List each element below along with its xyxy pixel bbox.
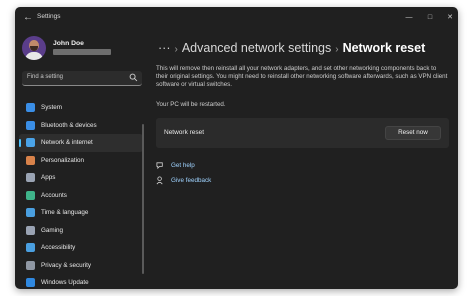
- page-title: Network reset: [342, 41, 426, 55]
- sidebar-item-label: Privacy & security: [41, 261, 92, 269]
- sidebar-item-label: Gaming: [41, 226, 64, 234]
- system-icon: [26, 103, 35, 112]
- update-icon: [26, 278, 35, 287]
- back-arrow-icon[interactable]: ←: [21, 11, 35, 25]
- main-content: ··· › Advanced network settings › Network re…: [149, 29, 458, 289]
- sidebar-item-label: Accessibility: [41, 244, 76, 251]
- reset-description: This will remove then reinstall all your…: [156, 65, 448, 88]
- sidebar-item-time-language[interactable]: Time & language: [19, 204, 143, 222]
- sidebar-item-label: Apps: [41, 174, 56, 181]
- help-icon: [156, 162, 163, 170]
- user-name: John Doe: [53, 40, 84, 47]
- sidebar-item-bluetooth-devices[interactable]: Bluetooth & devices: [19, 117, 143, 135]
- settings-window: ← Settings — □ ✕ John Doe Find a setting…: [15, 7, 458, 289]
- minimize-icon[interactable]: —: [402, 11, 416, 25]
- apps-icon: [26, 173, 35, 182]
- sidebar-item-privacy-security[interactable]: Privacy & security: [19, 257, 143, 275]
- feedback-icon: [156, 176, 163, 185]
- globe-clock-icon: [26, 208, 35, 217]
- sidebar-item-label: Accounts: [41, 191, 67, 199]
- sidebar-item-apps[interactable]: Apps: [19, 169, 143, 187]
- brush-icon: [26, 155, 35, 165]
- maximize-icon[interactable]: □: [423, 11, 437, 25]
- sidebar-item-accounts[interactable]: Accounts: [19, 187, 143, 205]
- give-feedback-link[interactable]: Give feedback: [156, 176, 211, 185]
- search-placeholder: Find a setting: [27, 74, 64, 80]
- network-reset-card: Network reset Reset now: [156, 118, 449, 148]
- sidebar-item-label: Windows Update: [41, 279, 89, 286]
- reset-now-button[interactable]: Reset now: [385, 126, 441, 140]
- window-title: Settings: [37, 13, 61, 20]
- search-icon[interactable]: [129, 73, 138, 82]
- accessibility-icon: [26, 243, 35, 252]
- sidebar-scrollbar[interactable]: [142, 124, 144, 274]
- bluetooth-icon: [26, 120, 35, 130]
- sidebar-nav: System Bluetooth & devices Network & inter…: [19, 99, 143, 289]
- shield-icon: [26, 260, 35, 270]
- sidebar-item-gaming[interactable]: Gaming: [19, 222, 143, 240]
- breadcrumb-more-button[interactable]: ···: [158, 41, 171, 55]
- restart-note: Your PC will be restarted.: [156, 101, 226, 108]
- sidebar-item-label: Time & language: [41, 209, 89, 216]
- sidebar-item-windows-update[interactable]: Windows Update: [19, 274, 143, 289]
- get-help-label: Get help: [171, 162, 195, 170]
- sidebar-item-accessibility[interactable]: Accessibility: [19, 239, 143, 257]
- chevron-right-icon: ›: [174, 44, 178, 55]
- breadcrumb-parent-link[interactable]: Advanced network settings: [182, 41, 331, 55]
- sidebar-item-label: Bluetooth & devices: [41, 121, 97, 129]
- sidebar-item-system[interactable]: System: [19, 99, 143, 117]
- person-icon: [26, 190, 35, 200]
- sidebar: John Doe Find a setting System Bluetooth …: [15, 29, 149, 289]
- breadcrumb: ··· › Advanced network settings › Network re…: [158, 41, 425, 55]
- close-icon[interactable]: ✕: [443, 11, 457, 25]
- chevron-right-icon: ›: [335, 44, 339, 55]
- search-field[interactable]: Find a setting: [22, 71, 142, 86]
- selection-indicator: [19, 139, 21, 147]
- avatar[interactable]: [22, 36, 46, 60]
- sidebar-item-network-internet[interactable]: Network & internet: [19, 134, 143, 152]
- controller-icon: [26, 225, 35, 235]
- sidebar-item-label: System: [41, 104, 62, 111]
- sidebar-item-label: Network & internet: [41, 139, 93, 146]
- wifi-icon: [26, 138, 35, 147]
- title-bar: ← Settings — □ ✕: [15, 7, 458, 29]
- get-help-link[interactable]: Get help: [156, 161, 195, 170]
- give-feedback-label: Give feedback: [171, 177, 212, 185]
- sidebar-item-personalization[interactable]: Personalization: [19, 152, 143, 170]
- sidebar-item-label: Personalization: [41, 156, 85, 164]
- network-reset-label: Network reset: [164, 129, 205, 136]
- user-email-redacted: [53, 49, 111, 55]
